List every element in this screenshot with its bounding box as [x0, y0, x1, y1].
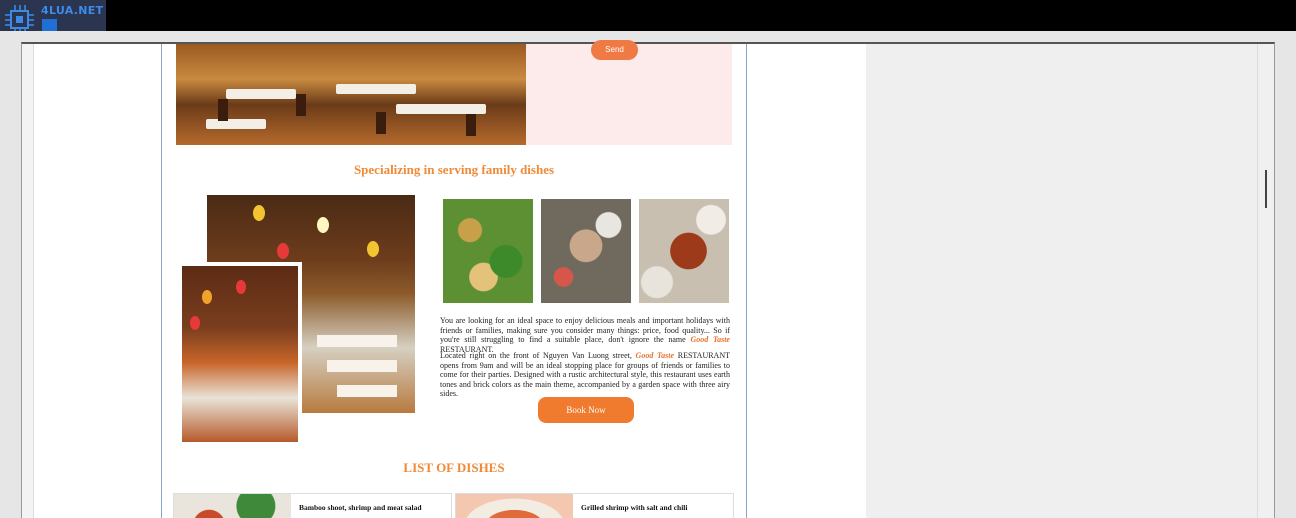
dish-photo-chicken [639, 199, 729, 303]
dish-card[interactable]: Grilled shrimp with salt and chili [455, 493, 734, 518]
dish-image [174, 494, 291, 518]
browser-frame: Send Specializing in serving family dish… [21, 40, 1275, 518]
send-button[interactable]: Send [591, 40, 638, 60]
watermark-text: 4LUA.NET [41, 4, 104, 17]
web-page[interactable]: Send Specializing in serving family dish… [34, 40, 866, 518]
side-panel [866, 44, 1258, 518]
intro-paragraph-1: You are looking for an ideal space to en… [440, 316, 730, 354]
book-now-button[interactable]: Book Now [538, 397, 634, 423]
browser-area: Send Specializing in serving family dish… [0, 31, 1296, 518]
brand-name: Good Taste [635, 351, 675, 360]
restaurant-lanterns-photo [178, 262, 302, 446]
dish-card[interactable]: Bamboo shoot, shrimp and meat salad [173, 493, 452, 518]
intro-paragraph-2: Located right on the front of Nguyen Van… [440, 351, 730, 399]
dish-photo-hotpot [541, 199, 631, 303]
scrollbar-thumb[interactable] [1265, 170, 1267, 208]
section-title: Specializing in serving family dishes [353, 162, 555, 177]
brand-name: Good Taste [690, 335, 730, 345]
dish-photo-spring-rolls [443, 199, 533, 303]
dish-name: Grilled shrimp with salt and chili [581, 503, 688, 512]
dish-image [456, 494, 573, 518]
page-content: Send Specializing in serving family dish… [161, 40, 747, 518]
restaurant-interior-photo [176, 44, 526, 145]
contact-form-area: Send [526, 40, 732, 145]
dish-name: Bamboo shoot, shrimp and meat salad [299, 503, 422, 512]
dishes-title: LIST OF DISHES [403, 460, 505, 475]
top-bar [0, 0, 1296, 31]
left-gutter [22, 44, 34, 518]
